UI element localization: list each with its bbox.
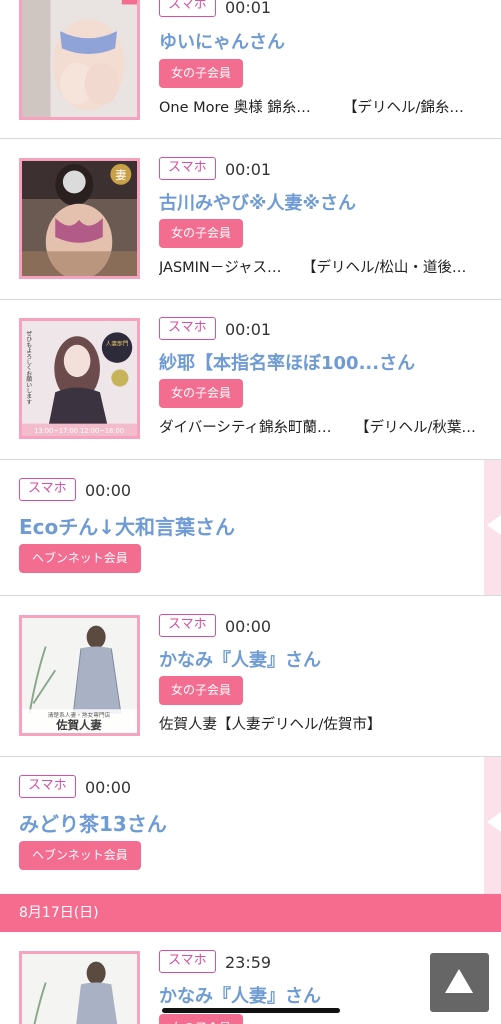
date-header: 8月17日(日) [0,894,501,932]
girl-name-link[interactable]: かなみ『人妻』さん [159,646,321,672]
side-notch [487,515,501,535]
user-name-link[interactable]: みどり茶13さん [19,808,167,837]
list-item[interactable]: スマホ 00:00 Ecoチん↓大和言葉さん ヘブンネット会員 [0,460,501,596]
shop-name[interactable]: JASMIN－ジャス… [159,256,299,277]
area-category[interactable]: 【デリヘル/錦糸… [343,96,473,117]
thumbnail-badge: 妻 [115,168,126,182]
area-category[interactable]: 【デリヘル/秋葉… [355,416,480,437]
girl-name-link[interactable]: ゆいにゃんさん [159,28,285,54]
shop-name[interactable]: 佐賀人妻【人妻デリヘル/佐賀市】 [159,713,489,734]
access-time: 00:01 [225,160,272,179]
profile-thumbnail[interactable] [19,951,140,1024]
member-type-badge: 女の子会員 [159,219,244,248]
device-badge: スマホ [159,317,216,340]
list-item[interactable]: 人妻部門 ぜひもよろしくお願いします 13:00~17:00 12:00~18:… [0,300,501,460]
device-badge: スマホ [19,478,76,501]
shop-name[interactable]: One More 奥様 錦糸… [159,96,334,117]
list-item[interactable]: スマホ 00:01 ゆいにゃんさん 女の子会員 One More 奥様 錦糸… … [0,0,501,139]
member-type-badge: 女の子会員 [159,59,244,88]
thumbnail-brand: 佐賀人妻 [55,718,102,732]
access-time: 00:00 [225,617,272,636]
user-name-link[interactable]: Ecoチん↓大和言葉さん [19,511,235,540]
device-badge: スマホ [159,0,216,17]
scroll-to-top-button[interactable] [430,953,489,1012]
list-item[interactable]: 妻 スマホ 00:01 古川みやび※人妻※さん 女の子会員 JASMIN－ジャス… [0,139,501,300]
access-time: 00:01 [225,0,272,17]
thumbnail-award-text: 人妻部門 [106,340,129,348]
area-category[interactable]: 【デリヘル/松山・道後… [302,256,482,277]
member-type-badge: ヘブンネット会員 [19,544,141,573]
up-triangle-icon [445,969,473,993]
member-type-badge: 女の子会員 [159,676,244,705]
list-item[interactable]: スマホ 00:00 みどり茶13さん ヘブンネット会員 [0,757,501,894]
access-time: 00:00 [85,481,132,500]
home-indicator [162,1008,340,1013]
profile-thumbnail[interactable]: 清楚系人妻・熟女専門店 佐賀人妻 [19,615,140,736]
girl-name-link[interactable]: かなみ『人妻』さん [159,982,321,1008]
girl-name-link[interactable]: 紗耶【本指名率ほぼ100...さん [159,349,415,375]
list-item[interactable]: 清楚系人妻・熟女専門店 佐賀人妻 スマホ 00:00 かなみ『人妻』さん 女の子… [0,596,501,757]
access-time: 00:01 [225,320,272,339]
member-type-badge: 女の子会員 [159,379,244,408]
thumbnail-hours: 13:00~17:00 12:00~18:00 [34,427,124,435]
profile-thumbnail[interactable]: 妻 [19,158,140,279]
thumbnail-vertical-text: ぜひもよろしくお願いします [25,331,32,405]
access-time: 23:59 [225,953,272,972]
profile-thumbnail[interactable]: 人妻部門 ぜひもよろしくお願いします 13:00~17:00 12:00~18:… [19,318,140,439]
girl-name-link[interactable]: 古川みやび※人妻※さん [159,189,356,215]
shop-name[interactable]: ダイバーシティ錦糸町蘭… [159,416,349,437]
access-time: 00:00 [85,778,132,797]
device-badge: スマホ [159,157,216,180]
profile-thumbnail[interactable] [19,0,140,120]
side-notch [487,812,501,832]
member-type-badge: ヘブンネット会員 [19,841,141,870]
device-badge: スマホ [159,950,216,973]
member-type-badge: 女の子会員 [159,1014,244,1024]
device-badge: スマホ [159,614,216,637]
device-badge: スマホ [19,775,76,798]
